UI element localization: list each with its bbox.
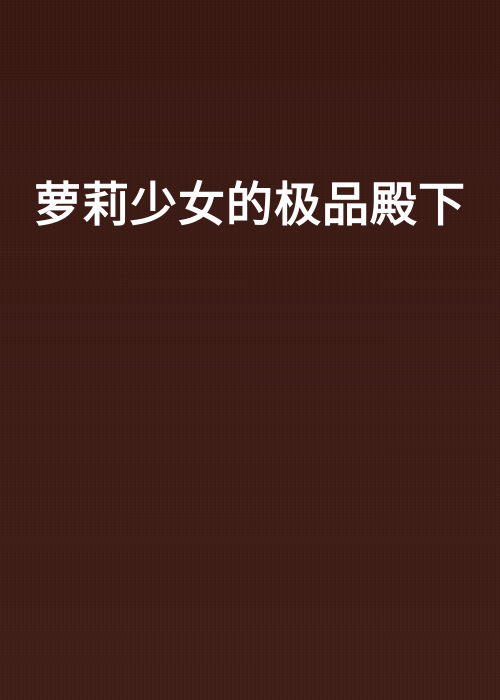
cover-texture xyxy=(0,0,500,700)
book-cover: 萝莉少女的极品殿下 xyxy=(0,0,500,700)
book-title: 萝莉少女的极品殿下 xyxy=(34,178,466,233)
